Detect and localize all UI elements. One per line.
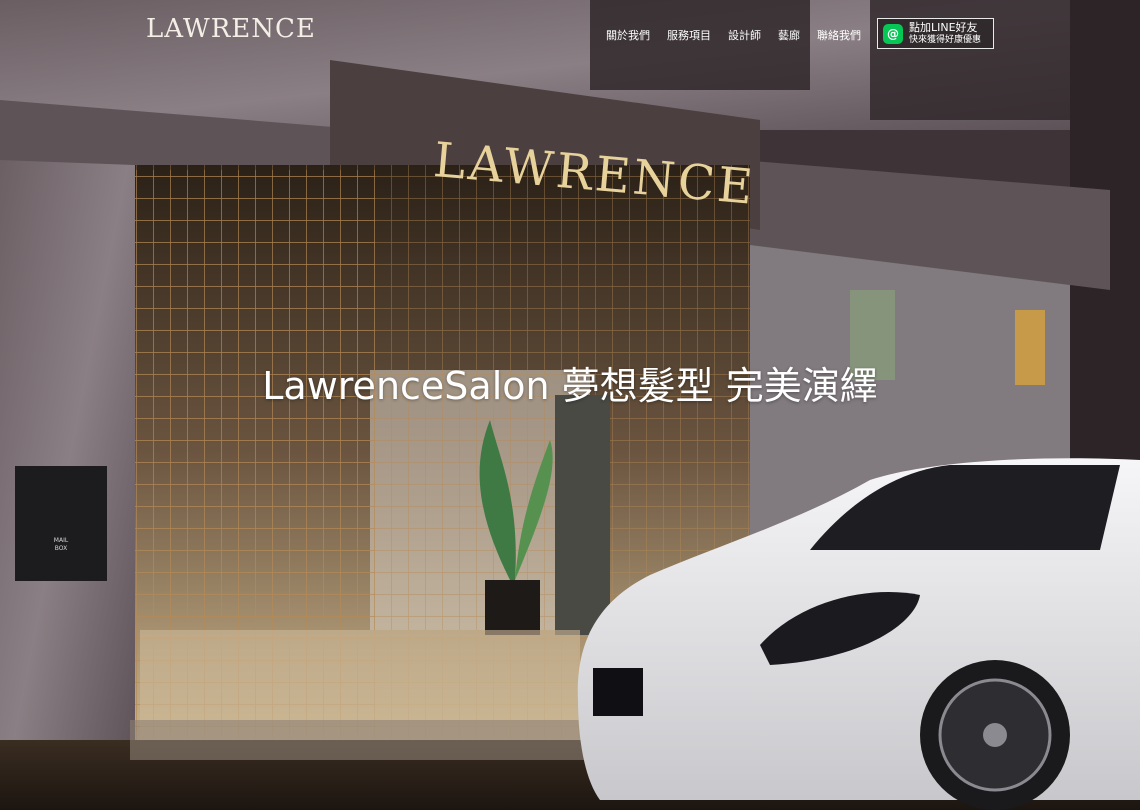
line-icon: @ — [883, 23, 903, 44]
nav-item-designers[interactable]: 設計師 — [728, 27, 761, 43]
hero-headline: LawrenceSalon 夢想髮型 完美演繹 — [262, 364, 878, 408]
nav-item-about[interactable]: 關於我們 — [606, 27, 650, 43]
line-button-subtitle: 快來獲得好康優惠 — [909, 34, 982, 45]
nav-item-contact[interactable]: 聯絡我們 — [817, 27, 861, 43]
mailbox-label-1: MAIL — [54, 537, 69, 544]
nav-item-gallery[interactable]: 藝廊 — [778, 27, 800, 43]
hero-section: MAIL BOX LAWRENCE LAWRENCE 關於我們 服務項目 設計師… — [0, 0, 1140, 810]
line-button-text: 點加LINE好友 快來獲得好康優惠 — [909, 20, 982, 46]
mailbox-label-2: BOX — [55, 545, 67, 552]
brand-logo[interactable]: LAWRENCE — [146, 14, 316, 44]
line-button-title: 點加LINE好友 — [909, 20, 978, 34]
main-nav: 關於我們 服務項目 設計師 藝廊 聯絡我們 — [606, 27, 878, 43]
nav-item-services[interactable]: 服務項目 — [667, 27, 711, 43]
line-add-friend-button[interactable]: @ 點加LINE好友 快來獲得好康優惠 — [877, 18, 994, 49]
